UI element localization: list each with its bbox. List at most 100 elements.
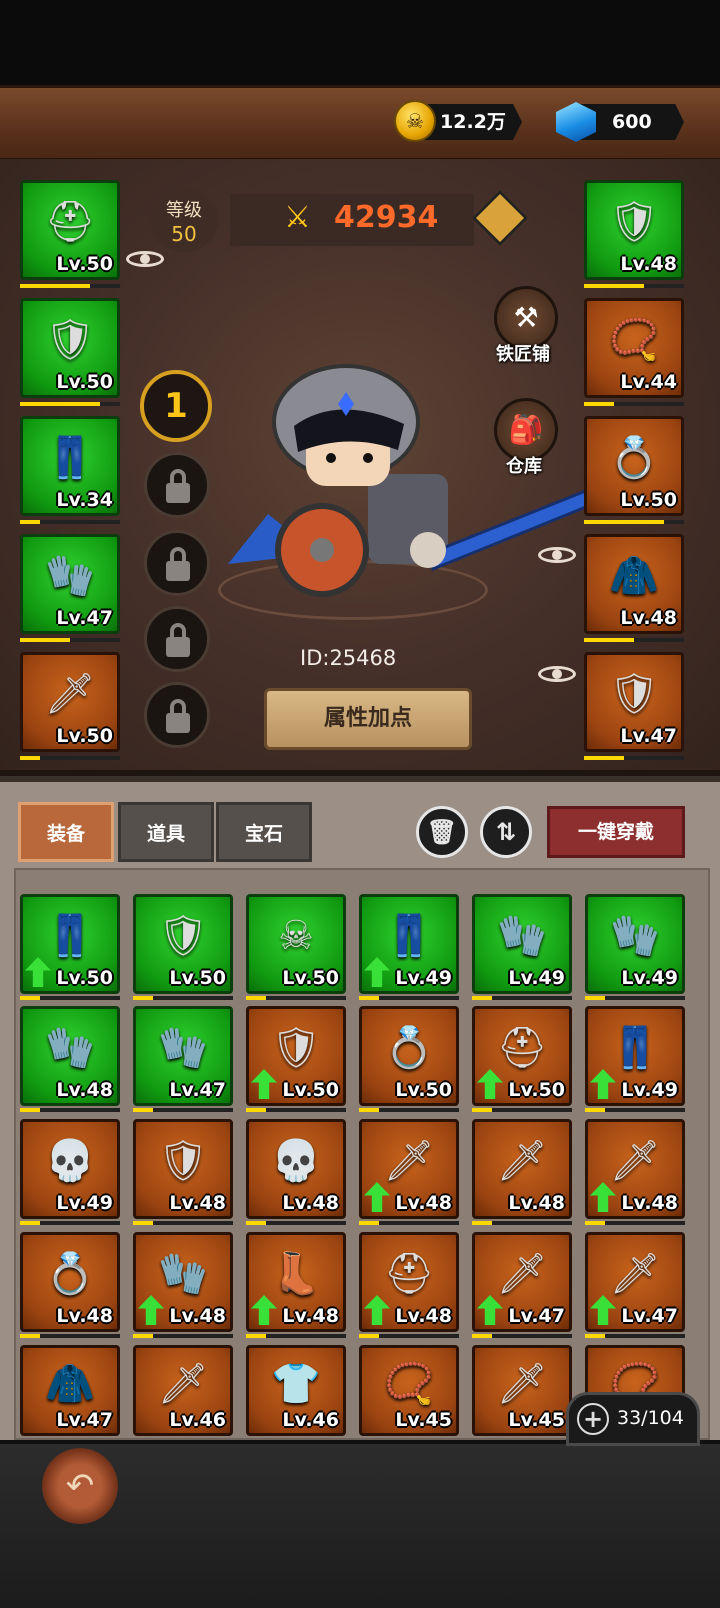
xp-bar xyxy=(20,402,120,406)
xp-bar xyxy=(20,284,120,288)
upgrade-arrow-icon xyxy=(251,1069,277,1099)
equipment-slot[interactable]: 🗡 Lv.48 xyxy=(359,1119,459,1219)
equipment-slot[interactable]: 🛡 Lv.50 xyxy=(20,298,120,398)
xp-bar xyxy=(585,1221,685,1225)
crossed-swords-icon: ⚔ xyxy=(284,200,311,235)
xp-bar xyxy=(584,520,684,524)
helmet-icon: ⛑ xyxy=(44,199,96,246)
equipment-slot[interactable]: 🧤 Lv.47 xyxy=(20,534,120,634)
equipment-slot[interactable]: 📿 Lv.44 xyxy=(584,298,684,398)
equipment-slot[interactable]: 💍 Lv.48 xyxy=(20,1232,120,1332)
xp-bar xyxy=(133,996,233,1000)
xp-bar xyxy=(20,996,120,1000)
xp-bar xyxy=(585,1334,685,1338)
xp-bar xyxy=(359,1334,459,1338)
equipment-slot[interactable]: 👖 Lv.49 xyxy=(359,894,459,994)
xp-bar xyxy=(20,756,120,760)
item-level: Lv.48 xyxy=(56,1079,113,1101)
eye-icon[interactable] xyxy=(538,544,576,566)
gauntlet-icon: 🧤 xyxy=(45,1025,95,1072)
skill-slot-1[interactable]: 1 xyxy=(140,370,212,442)
equipment-slot[interactable]: 👖 Lv.34 xyxy=(20,416,120,516)
equipment-slot[interactable]: 👖 Lv.50 xyxy=(20,894,120,994)
boots-icon: 👢 xyxy=(271,1251,321,1298)
equipment-slot[interactable]: 🧤 Lv.48 xyxy=(20,1006,120,1106)
xp-bar xyxy=(584,402,684,406)
equipment-slot[interactable]: 👢 Lv.48 xyxy=(246,1232,346,1332)
xp-bar xyxy=(133,1108,233,1112)
item-level: Lv.45 xyxy=(508,1409,565,1431)
ring-icon: 💍 xyxy=(609,435,659,482)
eye-icon[interactable] xyxy=(538,663,576,685)
equipment-slot[interactable]: ⛑ Lv.48 xyxy=(359,1232,459,1332)
skull-ring-icon: 💀 xyxy=(45,1138,95,1185)
item-level: Lv.48 xyxy=(508,1192,565,1214)
tab-equipment[interactable]: 装备 xyxy=(18,802,114,862)
pants-icon: 👖 xyxy=(45,435,95,482)
equipment-slot[interactable]: 🧤 Lv.49 xyxy=(585,894,685,994)
equip-all-button[interactable]: 一键穿戴 xyxy=(547,806,685,858)
upgrade-arrow-icon xyxy=(138,1295,164,1325)
locked-skill-slot[interactable] xyxy=(144,530,210,596)
xp-bar xyxy=(20,1334,120,1338)
trash-icon[interactable]: 🗑 xyxy=(416,806,468,858)
equipment-slot[interactable]: 🗡 Lv.46 xyxy=(133,1345,233,1436)
equipment-slot[interactable]: 🗡 Lv.50 xyxy=(20,652,120,752)
eye-icon[interactable] xyxy=(126,248,164,270)
equipment-slot[interactable]: 💍 Lv.50 xyxy=(584,416,684,516)
locked-skill-slot[interactable] xyxy=(144,682,210,748)
plus-icon[interactable]: + xyxy=(577,1403,609,1435)
item-level: Lv.46 xyxy=(169,1409,226,1431)
equipment-slot[interactable]: 👖 Lv.49 xyxy=(585,1006,685,1106)
equipment-slot[interactable]: 🗡 Lv.47 xyxy=(585,1232,685,1332)
item-level: Lv.48 xyxy=(620,253,677,275)
equipment-slot[interactable]: 🗡 Lv.48 xyxy=(472,1119,572,1219)
item-level: Lv.50 xyxy=(56,725,113,747)
tab-items[interactable]: 道具 xyxy=(118,802,214,862)
equipment-slot[interactable]: 🛡 Lv.48 xyxy=(584,180,684,280)
equipment-slot[interactable]: 📿 Lv.45 xyxy=(359,1345,459,1436)
equipment-slot[interactable]: 💀 Lv.48 xyxy=(246,1119,346,1219)
equipment-slot[interactable]: 💍 Lv.50 xyxy=(359,1006,459,1106)
xp-bar xyxy=(133,1221,233,1225)
equipment-slot[interactable]: 🛡 Lv.50 xyxy=(246,1006,346,1106)
locked-skill-slot[interactable] xyxy=(144,606,210,672)
equipment-slot[interactable]: ⛑ Lv.50 xyxy=(472,1006,572,1106)
item-level: Lv.47 xyxy=(169,1079,226,1101)
upgrade-arrow-icon xyxy=(364,1295,390,1325)
amulet-icon: 📿 xyxy=(609,317,659,364)
bracer-icon: 🧤 xyxy=(158,1251,208,1298)
equipment-slot[interactable]: 👕 Lv.46 xyxy=(246,1345,346,1436)
equipment-slot[interactable]: 🗡 Lv.47 xyxy=(472,1232,572,1332)
item-level: Lv.44 xyxy=(620,371,677,393)
pants-icon: 👖 xyxy=(45,913,95,960)
cape-icon: 🧥 xyxy=(45,1360,95,1407)
equipment-slot[interactable]: 🧤 Lv.47 xyxy=(133,1006,233,1106)
attribute-points-button[interactable]: 属性加点 xyxy=(264,688,472,750)
equipment-slot[interactable]: 🗡 Lv.48 xyxy=(585,1119,685,1219)
equipment-slot[interactable]: ☠ Lv.50 xyxy=(246,894,346,994)
equipment-slot[interactable]: 🛡 Lv.50 xyxy=(133,894,233,994)
back-button[interactable]: ↶ xyxy=(42,1448,118,1524)
xp-bar xyxy=(584,756,684,760)
player-id: ID:25468 xyxy=(300,646,397,670)
equipment-slot[interactable]: 💀 Lv.49 xyxy=(20,1119,120,1219)
equipment-slot[interactable]: 🧥 Lv.47 xyxy=(20,1345,120,1436)
item-level: Lv.47 xyxy=(56,1409,113,1431)
gauntlet-icon: 🧤 xyxy=(45,553,95,600)
equipment-slot[interactable]: 🧤 Lv.49 xyxy=(472,894,572,994)
inventory-capacity[interactable]: + 33/104 xyxy=(566,1392,700,1446)
locked-skill-slot[interactable] xyxy=(144,452,210,518)
sword-icon: 🗡 xyxy=(383,1138,435,1185)
sort-icon[interactable]: ⇅ xyxy=(480,806,532,858)
equipment-slot[interactable]: ⛑ Lv.50 xyxy=(20,180,120,280)
tab-gems[interactable]: 宝石 xyxy=(216,802,312,862)
equipment-slot[interactable]: 🧥 Lv.48 xyxy=(584,534,684,634)
xp-bar xyxy=(246,1221,346,1225)
equipment-slot[interactable]: 🗡 Lv.45 xyxy=(472,1345,572,1436)
equipment-slot[interactable]: 🧤 Lv.48 xyxy=(133,1232,233,1332)
equipment-slot[interactable]: 🛡 Lv.47 xyxy=(584,652,684,752)
xp-bar xyxy=(20,638,120,642)
equipment-slot[interactable]: 🛡 Lv.48 xyxy=(133,1119,233,1219)
shield-icon: 🛡 xyxy=(157,1138,209,1185)
